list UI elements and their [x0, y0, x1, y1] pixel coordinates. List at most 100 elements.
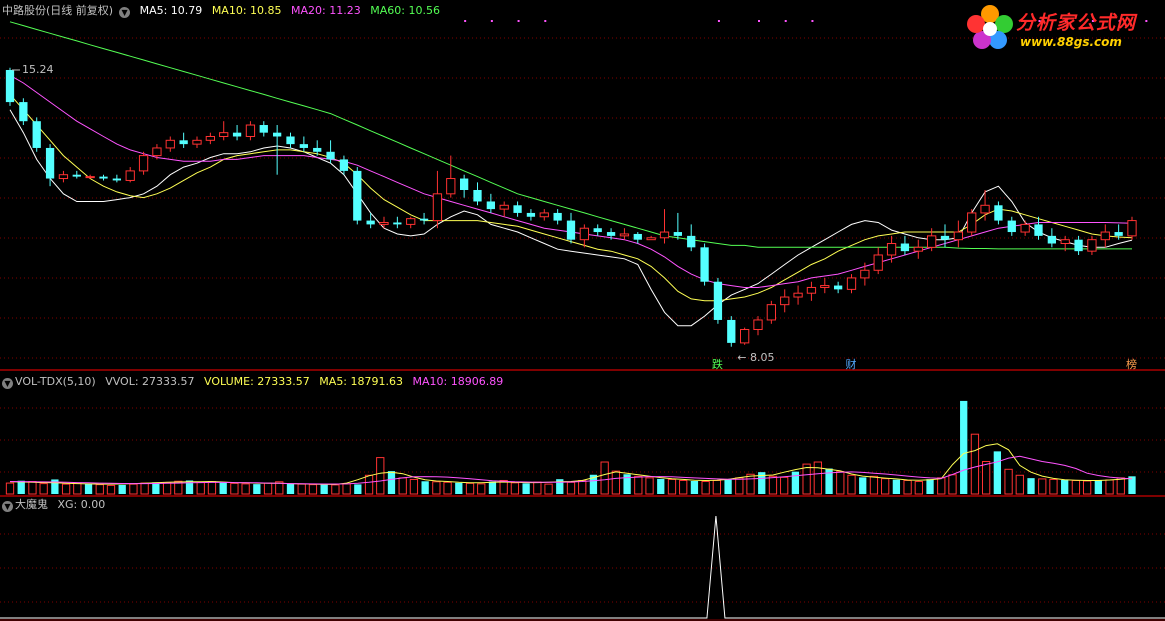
candle-body	[873, 254, 883, 271]
candle-body	[1007, 220, 1016, 233]
candle-body	[179, 140, 188, 145]
volume-bar	[836, 471, 845, 495]
volume-bar	[297, 483, 306, 495]
volume-bar	[488, 481, 497, 494]
candle-body	[245, 124, 256, 137]
candle-body	[806, 286, 817, 294]
volume-bar	[432, 481, 441, 495]
signal-dot	[517, 20, 520, 22]
vol-indicator-name[interactable]: VOL-TDX(5,10)	[15, 375, 96, 388]
candle-body	[619, 233, 630, 237]
candle-body	[473, 190, 482, 202]
chevron-down-icon[interactable]: ▼	[2, 378, 13, 389]
volume-bar	[510, 482, 520, 495]
candle-body	[45, 147, 55, 179]
candle-body	[633, 233, 642, 240]
candle-body	[219, 132, 229, 137]
candle-body	[379, 221, 389, 225]
candle-body	[72, 174, 81, 177]
candle-body	[406, 218, 416, 225]
chevron-down-icon[interactable]: ▼	[2, 501, 13, 512]
candle-body	[125, 170, 135, 181]
candle-body	[393, 222, 402, 225]
volume-bar	[140, 482, 149, 495]
volume-bar	[1105, 479, 1114, 495]
candle-body	[900, 243, 910, 252]
volume-bar	[152, 482, 160, 494]
volume-bar	[791, 471, 800, 494]
chevron-down-icon[interactable]: ▼	[119, 7, 131, 18]
candle-body	[846, 277, 857, 290]
flower-logo-icon	[967, 5, 1013, 49]
volume-bar	[364, 474, 374, 495]
candle-body	[593, 228, 602, 233]
ma-line-ma20	[9, 74, 1133, 288]
candle-body	[419, 218, 429, 221]
candle-body	[326, 151, 335, 160]
volume-bar	[219, 482, 227, 494]
candle-body	[192, 139, 202, 145]
stock-chart[interactable]: 15.24 ← 8.05 跌 财 榜	[0, 0, 1165, 621]
candle-body	[860, 269, 870, 279]
candle-body	[539, 212, 549, 218]
stock-name[interactable]: 中路股份(日线 前复权)	[2, 4, 113, 17]
low-price-label: ← 8.05	[737, 351, 774, 364]
volume-bar	[477, 483, 486, 495]
volume-bar	[667, 478, 677, 495]
signal-dot	[784, 20, 787, 22]
volume-bar	[746, 473, 755, 495]
candle-body	[99, 176, 108, 179]
candle-body	[366, 220, 375, 225]
volume-bar	[881, 478, 890, 495]
candle-body	[687, 235, 696, 248]
indicator-name[interactable]: 大魔鬼	[15, 498, 48, 511]
volume-bar	[634, 475, 643, 495]
volume-bar	[970, 433, 980, 495]
ma10-label: MA10: 10.85	[211, 4, 282, 17]
volume-bar	[701, 481, 710, 495]
volume-bar	[61, 483, 71, 495]
volume-bar	[129, 483, 138, 495]
logo-text: 分析家公式网	[1016, 12, 1137, 34]
volume-bar	[354, 484, 362, 494]
candle-body	[886, 243, 897, 256]
candle-body	[673, 232, 682, 236]
candle-body	[753, 319, 763, 331]
candle-body	[566, 220, 576, 240]
candle-body	[112, 178, 121, 181]
volume-bar	[39, 483, 48, 495]
candle-body	[1020, 223, 1030, 233]
candle-body	[205, 135, 215, 141]
candle-body	[834, 285, 843, 290]
candle-body	[780, 296, 790, 306]
ma60-label: MA60: 10.56	[370, 4, 440, 17]
candle-body	[659, 231, 670, 239]
volume-bar	[263, 482, 273, 495]
signal-marker: 榜	[1126, 357, 1137, 371]
volume-bar	[1038, 478, 1047, 495]
signal-dot	[758, 20, 760, 22]
candle-body	[913, 246, 923, 252]
volume-bar	[17, 480, 25, 494]
volume-bar	[1061, 479, 1069, 494]
volume-bar	[859, 477, 867, 494]
volume-bar	[657, 478, 665, 494]
candle-body	[1047, 235, 1056, 244]
volume-bar	[960, 400, 968, 494]
candle-body	[579, 227, 589, 241]
candle-body	[1087, 239, 1097, 252]
volume-bar	[320, 484, 328, 494]
site-logo: 分析家公式网 www.88gs.com	[964, 2, 1160, 56]
logo-url: www.88gs.com	[1020, 35, 1122, 49]
candle-body	[1060, 239, 1070, 245]
candle-body	[313, 147, 322, 152]
candle-body	[1127, 220, 1137, 237]
volume-bar	[443, 481, 452, 495]
volume-bar	[253, 484, 261, 494]
volume-bar	[1015, 474, 1024, 495]
signal-dot	[717, 20, 720, 22]
high-price-label: 15.24	[22, 63, 54, 76]
candle-body	[486, 201, 495, 210]
volume-bar	[106, 484, 116, 495]
volume-bar	[847, 474, 856, 495]
